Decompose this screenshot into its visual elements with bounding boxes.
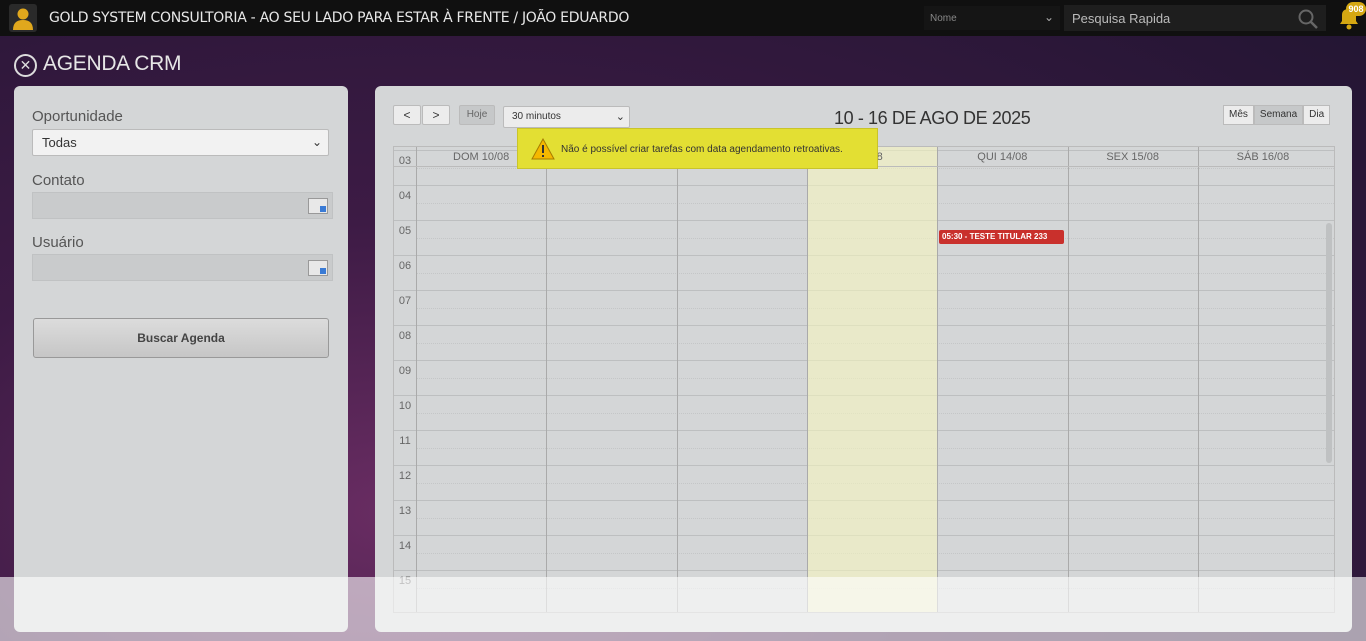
hour-label: 09 <box>398 365 412 377</box>
filter-panel: Oportunidade Todas ⌄ Contato Usuário Bus… <box>14 86 348 632</box>
oportunidade-select[interactable]: Todas ⌄ <box>32 129 329 156</box>
hour-label: 14 <box>398 540 412 552</box>
hour-label: 07 <box>398 295 412 307</box>
view-month-button[interactable]: Mês <box>1223 105 1254 125</box>
day-column[interactable] <box>1197 147 1328 612</box>
chevron-down-icon: ⌄ <box>1043 10 1054 24</box>
lookup-icon[interactable] <box>308 198 328 214</box>
hour-label: 04 <box>398 190 412 202</box>
hour-label: 12 <box>398 470 412 482</box>
chevron-down-icon: ⌄ <box>615 111 625 123</box>
contato-label: Contato <box>32 172 85 189</box>
hour-label: 06 <box>398 260 412 272</box>
page-title: AGENDA CRM <box>43 52 182 75</box>
search-input[interactable]: Pesquisa Rapida <box>1064 5 1326 31</box>
warning-alert: Não é possível criar tarefas com data ag… <box>517 128 878 169</box>
hour-label: 05 <box>398 225 412 237</box>
usuario-label: Usuário <box>32 234 84 251</box>
search-icon[interactable] <box>1297 8 1319 30</box>
day-column[interactable] <box>806 147 938 612</box>
calendar-grid: 03040506070809101112131415 DOM 10/083/08… <box>393 146 1335 613</box>
day-column[interactable] <box>546 147 676 612</box>
lookup-icon[interactable] <box>308 260 328 276</box>
view-week-button[interactable]: Semana <box>1253 105 1304 125</box>
view-switcher: Mês Semana Dia <box>1223 105 1331 125</box>
day-column[interactable] <box>676 147 807 612</box>
usuario-input[interactable] <box>32 254 333 281</box>
hour-label: 08 <box>398 330 412 342</box>
hour-label: 10 <box>398 400 412 412</box>
hour-label: 13 <box>398 505 412 517</box>
app-title: GOLD SYSTEM CONSULTORIA - AO SEU LADO PA… <box>49 10 630 26</box>
bottom-overlay <box>0 577 1366 641</box>
next-week-button[interactable]: > <box>422 105 450 125</box>
day-header: SEX 15/08 <box>1106 151 1159 163</box>
close-icon[interactable]: ✕ <box>14 54 37 77</box>
day-header: QUI 14/08 <box>977 151 1028 163</box>
calendar-range-title: 10 - 16 DE AGO DE 2025 <box>834 108 1031 128</box>
view-day-button[interactable]: Dia <box>1303 105 1331 125</box>
alert-message: Não é possível criar tarefas com data ag… <box>561 144 843 155</box>
user-avatar-icon[interactable] <box>9 4 37 32</box>
warning-icon <box>531 138 555 160</box>
calendar-scrollbar[interactable] <box>1326 223 1332 463</box>
oportunidade-select-value: Todas <box>42 135 77 150</box>
hour-label: 11 <box>399 435 411 447</box>
today-button[interactable]: Hoje <box>459 105 495 125</box>
day-column[interactable] <box>416 147 546 612</box>
search-field-select[interactable]: Nome ⌄ <box>924 6 1060 30</box>
interval-select-value: 30 minutos <box>512 111 561 122</box>
calendar-event[interactable]: 05:30 - TESTE TITULAR 233 <box>939 230 1064 244</box>
contato-input[interactable] <box>32 192 333 219</box>
day-header: SÁB 16/08 <box>1236 151 1290 163</box>
notification-badge: 908 <box>1346 2 1366 16</box>
oportunidade-label: Oportunidade <box>32 108 123 125</box>
buscar-agenda-button[interactable]: Buscar Agenda <box>33 318 329 358</box>
day-column[interactable] <box>1067 147 1198 612</box>
prev-week-button[interactable]: < <box>393 105 421 125</box>
search-field-select-value: Nome <box>930 12 957 24</box>
interval-select[interactable]: 30 minutos ⌄ <box>503 106 630 128</box>
day-column[interactable] <box>937 147 1067 612</box>
chevron-down-icon: ⌄ <box>311 135 322 149</box>
search-input-placeholder: Pesquisa Rapida <box>1072 10 1171 26</box>
top-bar: GOLD SYSTEM CONSULTORIA - AO SEU LADO PA… <box>0 0 1366 36</box>
